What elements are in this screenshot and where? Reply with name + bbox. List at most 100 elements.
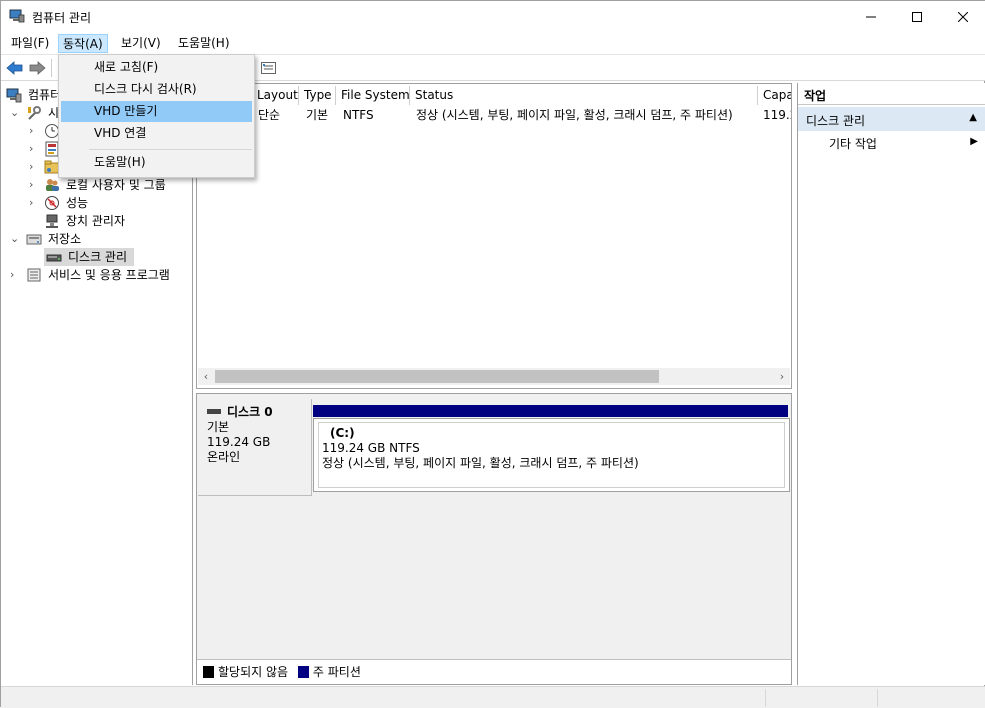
menu-file[interactable]: 파일(F) bbox=[7, 34, 53, 53]
tree-label-root: 컴퓨터 bbox=[28, 88, 62, 102]
tree-label-performance: 성능 bbox=[66, 196, 89, 210]
menu-item-create-vhd[interactable]: VHD 만들기 bbox=[61, 101, 252, 122]
disk-graphical-view: 디스크 0 기본 119.24 GB 온라인 (C:) 119.24 GB NT… bbox=[196, 393, 792, 685]
chevron-down-icon[interactable]: ⌄ bbox=[10, 230, 20, 248]
disk-size: 119.24 GB bbox=[207, 435, 271, 449]
actions-more-label: 기타 작업 bbox=[829, 137, 877, 151]
minimize-icon bbox=[866, 16, 876, 17]
window-title: 컴퓨터 관리 bbox=[32, 11, 92, 25]
tree-label-services: 서비스 및 응용 프로그램 bbox=[48, 268, 170, 282]
chevron-right-icon[interactable]: › bbox=[29, 158, 39, 176]
tree-label-local-users: 로컬 사용자 및 그룹 bbox=[66, 178, 166, 192]
actions-section-disk-management[interactable]: 디스크 관리 ▲ bbox=[798, 107, 985, 131]
tree-item-services[interactable]: › 서비스 및 응용 프로그램 bbox=[2, 266, 192, 284]
menu-item-rescan-disks[interactable]: 디스크 다시 검사(R) bbox=[61, 79, 252, 100]
disk-info-panel[interactable]: 디스크 0 기본 119.24 GB 온라인 bbox=[198, 399, 312, 496]
actions-pane: 작업 디스크 관리 ▲ 기타 작업 ▶ bbox=[797, 83, 985, 685]
tree-label-device-manager: 장치 관리자 bbox=[66, 214, 126, 228]
minimize-button[interactable] bbox=[848, 1, 894, 32]
column-header-status[interactable]: Status bbox=[411, 86, 758, 105]
forward-arrow-icon[interactable] bbox=[28, 60, 46, 76]
chevron-right-icon[interactable]: › bbox=[29, 176, 39, 194]
chevron-right-icon[interactable]: › bbox=[29, 122, 39, 140]
computer-management-window: 컴퓨터 관리 파일(F) 동작(A) 보기(V) 도움말(H) 컴퓨터 ⌄ 시 … bbox=[0, 0, 985, 708]
horizontal-scrollbar[interactable]: ‹ › bbox=[198, 368, 790, 385]
disk-icon bbox=[207, 409, 221, 414]
computer-management-icon bbox=[6, 87, 22, 103]
menu-bar: 파일(F) 동작(A) 보기(V) 도움말(H) bbox=[1, 32, 985, 54]
scroll-left-icon[interactable]: ‹ bbox=[198, 368, 214, 385]
cell-capacity: 119.2 bbox=[763, 108, 791, 122]
legend-unallocated: 할당되지 않음 bbox=[218, 665, 289, 679]
tree-item-local-users[interactable]: › 로컬 사용자 및 그룹 bbox=[2, 176, 192, 194]
title-bar: 컴퓨터 관리 bbox=[1, 1, 985, 32]
tree-item-disk-management[interactable]: 디스크 관리 bbox=[44, 248, 134, 266]
tree-item-device-manager[interactable]: 장치 관리자 bbox=[2, 212, 192, 230]
device-manager-icon bbox=[44, 213, 60, 229]
disk-management-pane: Layout Type File System Status Capac 단순 … bbox=[196, 83, 792, 685]
partition-status: 정상 (시스템, 부팅, 페이지 파일, 활성, 크래시 덤프, 주 파티션) bbox=[322, 456, 639, 470]
legend-primary: 주 파티션 bbox=[312, 665, 361, 679]
maximize-button[interactable] bbox=[894, 1, 940, 32]
menu-separator bbox=[89, 149, 252, 150]
back-arrow-icon[interactable] bbox=[6, 60, 24, 76]
partition-details: (C:) 119.24 GB NTFS 정상 (시스템, 부팅, 페이지 파일,… bbox=[318, 422, 785, 488]
chevron-right-icon[interactable]: › bbox=[10, 266, 20, 284]
primary-partition-bar bbox=[313, 405, 788, 417]
status-bar bbox=[1, 686, 985, 708]
tools-icon bbox=[26, 105, 42, 121]
users-icon bbox=[44, 177, 60, 193]
menu-item-attach-vhd[interactable]: VHD 연결 bbox=[61, 123, 252, 144]
properties-icon[interactable] bbox=[260, 60, 278, 76]
chevron-right-icon[interactable]: › bbox=[29, 194, 39, 212]
disk-name: 디스크 0 bbox=[227, 405, 273, 419]
column-header-file-system[interactable]: File System bbox=[337, 86, 410, 105]
submenu-arrow-icon: ▶ bbox=[970, 136, 978, 147]
cell-type: 기본 bbox=[306, 108, 329, 122]
cell-file-system: NTFS bbox=[343, 108, 374, 122]
close-button[interactable] bbox=[940, 1, 985, 32]
menu-item-refresh[interactable]: 새로 고침(F) bbox=[61, 57, 252, 78]
tree-label-storage: 저장소 bbox=[48, 232, 82, 246]
tree-item-performance[interactable]: › 성능 bbox=[2, 194, 192, 212]
volume-list: Layout Type File System Status Capac 단순 … bbox=[196, 83, 792, 389]
cell-layout: 단순 bbox=[258, 108, 281, 122]
actions-header: 작업 bbox=[798, 83, 985, 105]
disk-type: 기본 bbox=[207, 420, 230, 434]
performance-icon bbox=[44, 195, 60, 211]
tree-label-disk-management: 디스크 관리 bbox=[68, 250, 128, 264]
computer-management-icon bbox=[9, 9, 25, 23]
tree-item-storage[interactable]: ⌄ 저장소 bbox=[2, 230, 192, 248]
status-divider bbox=[765, 689, 766, 707]
storage-icon bbox=[26, 231, 42, 247]
disk-header: 디스크 0 bbox=[207, 405, 311, 420]
scroll-right-icon[interactable]: › bbox=[774, 368, 790, 385]
chevron-down-icon[interactable]: ⌄ bbox=[10, 104, 20, 122]
cell-status: 정상 (시스템, 부팅, 페이지 파일, 활성, 크래시 덤프, 주 파티션) bbox=[416, 108, 733, 122]
column-header-type[interactable]: Type bbox=[300, 86, 336, 105]
legend: 할당되지 않음 주 파티션 bbox=[197, 659, 791, 684]
partition-c[interactable]: (C:) 119.24 GB NTFS 정상 (시스템, 부팅, 페이지 파일,… bbox=[313, 418, 790, 492]
actions-section-label: 디스크 관리 bbox=[806, 114, 866, 128]
status-divider bbox=[877, 689, 878, 707]
actions-more[interactable]: 기타 작업 ▶ bbox=[798, 133, 985, 153]
column-header-layout[interactable]: Layout bbox=[253, 86, 299, 105]
disk-icon bbox=[46, 249, 62, 265]
primary-partition-swatch bbox=[297, 666, 309, 678]
unallocated-swatch bbox=[203, 666, 214, 678]
maximize-icon bbox=[912, 11, 922, 22]
toolbar-separator bbox=[51, 59, 52, 77]
partition-size-fs: 119.24 GB NTFS bbox=[322, 441, 420, 455]
column-header-capacity[interactable]: Capac bbox=[759, 86, 791, 105]
disk-status: 온라인 bbox=[207, 450, 241, 464]
close-icon bbox=[958, 11, 968, 22]
collapse-up-icon[interactable]: ▲ bbox=[969, 112, 977, 123]
services-icon bbox=[26, 267, 42, 283]
menu-view[interactable]: 보기(V) bbox=[117, 34, 165, 53]
menu-item-help[interactable]: 도움말(H) bbox=[61, 152, 252, 173]
menu-action[interactable]: 동작(A) bbox=[58, 34, 108, 53]
menu-help[interactable]: 도움말(H) bbox=[174, 34, 234, 53]
action-menu-dropdown: 새로 고침(F) 디스크 다시 검사(R) VHD 만들기 VHD 연결 도움말… bbox=[58, 54, 255, 178]
chevron-right-icon[interactable]: › bbox=[29, 140, 39, 158]
scrollbar-thumb[interactable] bbox=[215, 370, 659, 383]
